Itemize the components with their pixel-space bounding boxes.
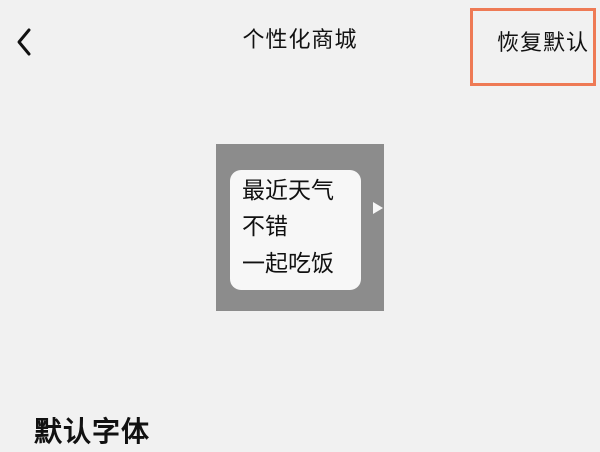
restore-default-label: 恢复默认: [497, 31, 590, 56]
section-title: 默认字体: [34, 415, 151, 448]
restore-default-button[interactable]: 恢复默认: [470, 8, 596, 86]
font-preview-card: 最近天气 不错 一起吃饭: [216, 144, 384, 311]
chat-bubble: 最近天气 不错 一起吃饭: [230, 170, 383, 290]
preview-line-2: 不错: [242, 214, 288, 240]
bubble-tail: [373, 202, 383, 214]
top-bar: 个性化商城 恢复默认: [0, 0, 600, 86]
preview-line-1: 最近天气: [242, 178, 334, 204]
preview-line-3: 一起吃饭: [242, 251, 334, 277]
